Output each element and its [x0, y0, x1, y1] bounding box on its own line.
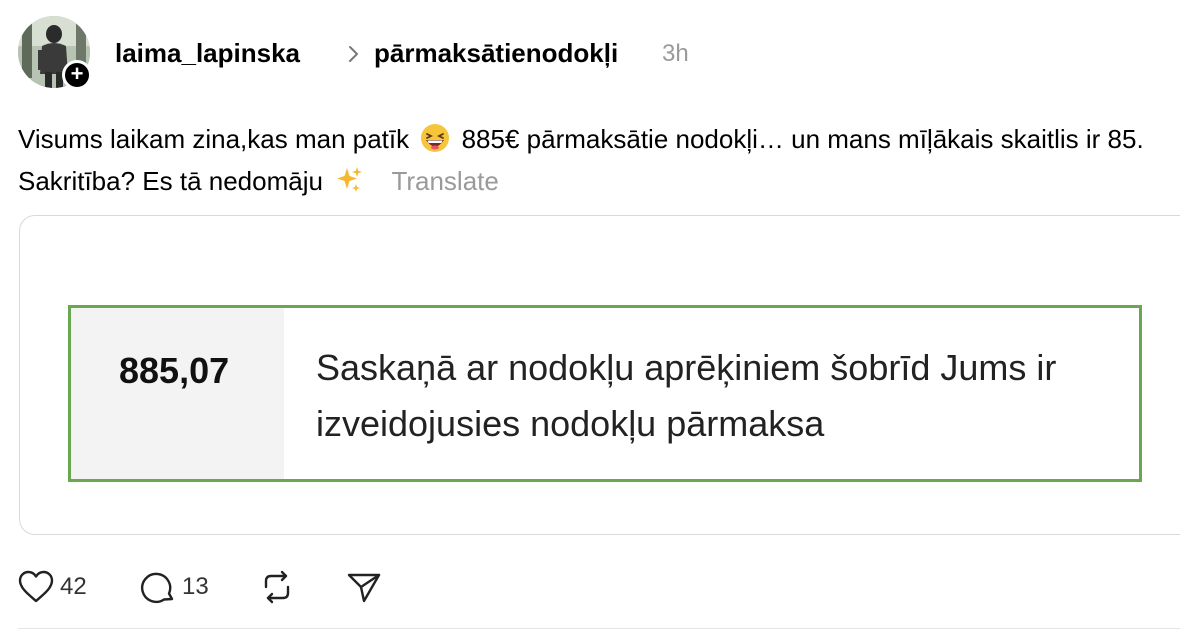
repost-icon: [264, 570, 290, 604]
comment-bubble-icon: [140, 572, 174, 604]
heart-icon: [18, 570, 54, 603]
post-text-part1: Visums laikam zina,kas man patīk: [18, 124, 410, 154]
comment-button[interactable]: 13: [140, 567, 209, 607]
post-header: + laima_lapinska pārmaksātienodokļi 3h: [18, 16, 1178, 90]
tax-message: Saskaņā ar nodokļu aprēķiniem šobrīd Jum…: [316, 347, 1057, 444]
grinning-squinting-face-icon: [421, 124, 450, 152]
tax-amount: 885,07: [119, 350, 230, 391]
repost-button[interactable]: [258, 567, 296, 607]
post-actions: 42 13: [18, 567, 618, 607]
share-button[interactable]: [346, 567, 382, 607]
chevron-right-icon: [349, 46, 358, 62]
post-divider: [18, 628, 1180, 629]
topic-link[interactable]: pārmaksātienodokļi: [374, 38, 618, 69]
tax-summary-box: 885,07 Saskaņā ar nodokļu aprēķiniem šob…: [68, 305, 1142, 482]
send-icon: [347, 573, 381, 603]
follow-plus-icon[interactable]: +: [62, 60, 92, 90]
tax-amount-cell: 885,07: [71, 308, 284, 479]
like-button[interactable]: 42: [18, 567, 87, 607]
comment-count: 13: [182, 573, 209, 600]
post-timestamp: 3h: [662, 40, 689, 67]
sparkles-icon: [337, 167, 363, 192]
post-media-card[interactable]: 885,07 Saskaņā ar nodokļu aprēķiniem šob…: [19, 215, 1180, 535]
like-count: 42: [60, 573, 87, 600]
post-body: Visums laikam zina,kas man patīk 885€ pā…: [18, 118, 1168, 202]
username-link[interactable]: laima_lapinska: [115, 38, 300, 69]
translate-link[interactable]: Translate: [391, 166, 498, 196]
